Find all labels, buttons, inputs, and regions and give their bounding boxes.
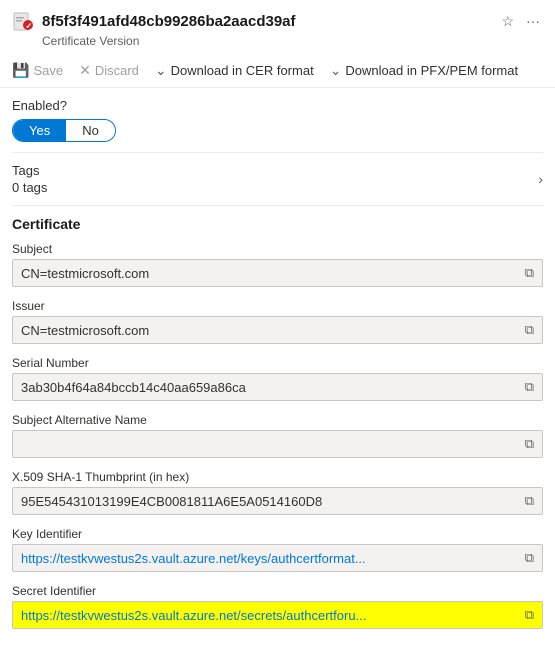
secret-identifier-label: Secret Identifier <box>12 584 543 598</box>
thumbprint-value: 95E545431013199E4CB0081811A6E5A0514160D8 <box>21 494 519 509</box>
enabled-label: Enabled? <box>12 98 543 113</box>
save-button[interactable]: 💾 Save <box>12 58 63 83</box>
header-icons: ☆ ··· <box>498 11 543 32</box>
thumbprint-copy-icon[interactable]: ⧉ <box>525 493 534 509</box>
download-pfx-label: Download in PFX/PEM format <box>345 63 518 78</box>
toolbar: 💾 Save ✕ Discard ⌄ Download in CER forma… <box>0 54 555 88</box>
discard-icon: ✕ <box>79 62 91 79</box>
tags-row[interactable]: Tags 0 tags › <box>0 153 555 205</box>
serial-number-input-row: 3ab30b4f64a84bccb14c40aa659a86ca ⧉ <box>12 373 543 401</box>
save-label: Save <box>33 63 63 78</box>
save-icon: 💾 <box>12 62 29 79</box>
discard-button[interactable]: ✕ Discard <box>79 58 139 83</box>
tags-value: 0 tags <box>12 180 538 195</box>
svg-text:✓: ✓ <box>26 22 33 31</box>
download-cer-icon: ⌄ <box>155 62 167 79</box>
serial-number-field-group: Serial Number 3ab30b4f64a84bccb14c40aa65… <box>0 350 555 407</box>
secret-identifier-field-group: Secret Identifier https://testkvwestus2s… <box>0 578 555 635</box>
page-subtitle: Certificate Version <box>0 34 555 54</box>
key-identifier-copy-icon[interactable]: ⧉ <box>525 550 534 566</box>
subject-alt-name-label: Subject Alternative Name <box>12 413 543 427</box>
no-toggle[interactable]: No <box>66 120 115 141</box>
issuer-copy-icon[interactable]: ⧉ <box>525 322 534 338</box>
subject-value: CN=testmicrosoft.com <box>21 266 519 281</box>
serial-number-copy-icon[interactable]: ⧉ <box>525 379 534 395</box>
key-identifier-input-row: https://testkvwestus2s.vault.azure.net/k… <box>12 544 543 572</box>
pin-icon[interactable]: ☆ <box>498 11 517 32</box>
secret-identifier-value[interactable]: https://testkvwestus2s.vault.azure.net/s… <box>21 608 519 623</box>
secret-identifier-input-row: https://testkvwestus2s.vault.azure.net/s… <box>12 601 543 629</box>
subject-label: Subject <box>12 242 543 256</box>
discard-label: Discard <box>95 63 139 78</box>
tags-chevron-icon: › <box>538 171 543 187</box>
page-header: ✓ 8f5f3f491afd48cb99286ba2aacd39af ☆ ··· <box>0 0 555 34</box>
subject-copy-icon[interactable]: ⧉ <box>525 265 534 281</box>
subject-alt-name-field-group: Subject Alternative Name ⧉ <box>0 407 555 464</box>
download-cer-button[interactable]: ⌄ Download in CER format <box>155 58 314 83</box>
thumbprint-input-row: 95E545431013199E4CB0081811A6E5A0514160D8… <box>12 487 543 515</box>
key-identifier-value[interactable]: https://testkvwestus2s.vault.azure.net/k… <box>21 551 519 566</box>
page-title: 8f5f3f491afd48cb99286ba2aacd39af <box>42 13 490 30</box>
secret-identifier-copy-icon[interactable]: ⧉ <box>525 607 534 623</box>
issuer-value: CN=testmicrosoft.com <box>21 323 519 338</box>
tags-content: Tags 0 tags <box>12 163 538 195</box>
serial-number-label: Serial Number <box>12 356 543 370</box>
download-cer-label: Download in CER format <box>171 63 314 78</box>
yes-toggle[interactable]: Yes <box>13 120 66 141</box>
thumbprint-field-group: X.509 SHA-1 Thumbprint (in hex) 95E54543… <box>0 464 555 521</box>
issuer-label: Issuer <box>12 299 543 313</box>
download-pfx-button[interactable]: ⌄ Download in PFX/PEM format <box>330 58 518 83</box>
issuer-input-row: CN=testmicrosoft.com ⧉ <box>12 316 543 344</box>
tags-label: Tags <box>12 163 538 178</box>
enabled-toggle[interactable]: Yes No <box>12 119 116 142</box>
more-options-icon[interactable]: ··· <box>523 11 543 31</box>
subject-alt-name-copy-icon[interactable]: ⧉ <box>525 436 534 452</box>
certificate-icon: ✓ <box>12 10 34 32</box>
issuer-field-group: Issuer CN=testmicrosoft.com ⧉ <box>0 293 555 350</box>
enabled-section: Enabled? Yes No <box>0 88 555 152</box>
certificate-section-title: Certificate <box>0 206 555 236</box>
download-pfx-icon: ⌄ <box>330 62 342 79</box>
key-identifier-label: Key Identifier <box>12 527 543 541</box>
key-identifier-field-group: Key Identifier https://testkvwestus2s.va… <box>0 521 555 578</box>
subject-alt-name-input-row: ⧉ <box>12 430 543 458</box>
subject-field-group: Subject CN=testmicrosoft.com ⧉ <box>0 236 555 293</box>
thumbprint-label: X.509 SHA-1 Thumbprint (in hex) <box>12 470 543 484</box>
subject-input-row: CN=testmicrosoft.com ⧉ <box>12 259 543 287</box>
serial-number-value: 3ab30b4f64a84bccb14c40aa659a86ca <box>21 380 519 395</box>
